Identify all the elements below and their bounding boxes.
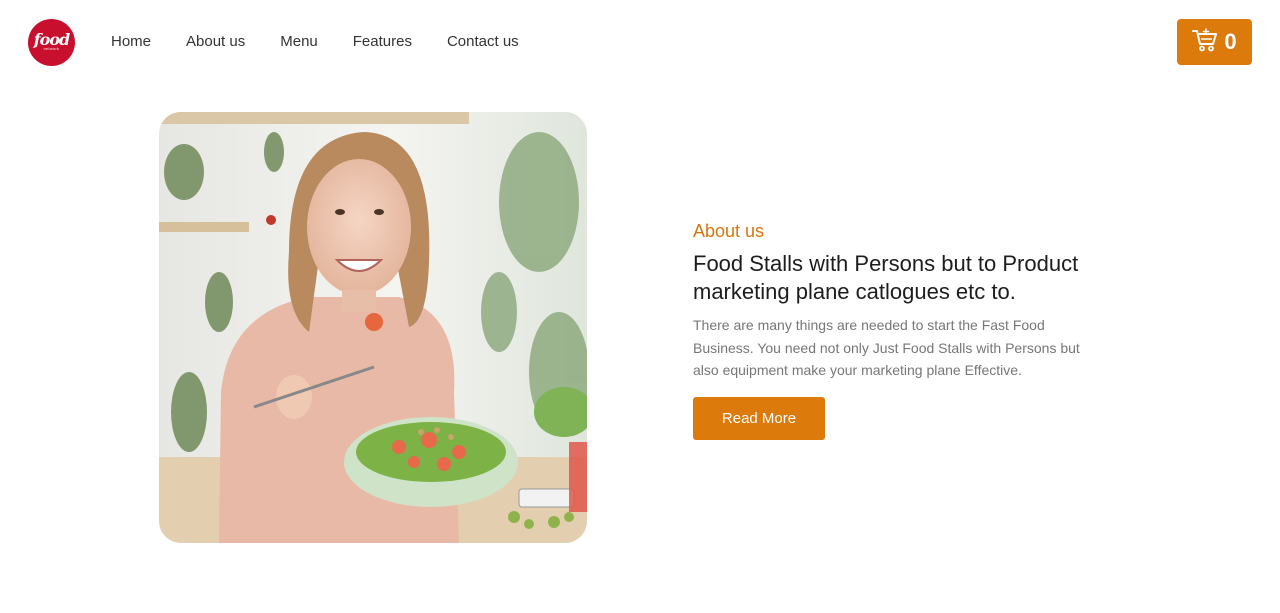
cart-count: 0 bbox=[1224, 29, 1237, 54]
woman-eating-salad-image bbox=[159, 112, 587, 543]
food-network-logo[interactable]: food network bbox=[28, 19, 75, 66]
about-section: About us Food Stalls with Persons but to… bbox=[693, 220, 1113, 440]
nav-about-us[interactable]: About us bbox=[186, 33, 245, 51]
navbar: food network Home About us Menu Features… bbox=[0, 0, 1280, 85]
nav-home[interactable]: Home bbox=[111, 33, 151, 51]
headline-line-2: marketing plane catlogues etc to. bbox=[693, 279, 1016, 304]
nav-contact-us[interactable]: Contact us bbox=[447, 33, 519, 51]
logo-word: food bbox=[33, 30, 70, 49]
cart-button[interactable]: 0 bbox=[1177, 19, 1252, 65]
section-headline: Food Stalls with Persons but to Product … bbox=[693, 250, 1113, 306]
nav-features[interactable]: Features bbox=[353, 33, 412, 51]
main-nav: Home About us Menu Features Contact us bbox=[111, 33, 554, 51]
read-more-button[interactable]: Read More bbox=[693, 396, 825, 440]
logo-subtitle: network bbox=[43, 47, 60, 51]
nav-menu[interactable]: Menu bbox=[280, 33, 318, 51]
headline-line-1: Food Stalls with Persons but to Product bbox=[693, 251, 1079, 276]
section-kicker: About us bbox=[693, 221, 765, 241]
cart-icon bbox=[1192, 27, 1218, 57]
section-description: There are many things are needed to star… bbox=[693, 317, 1080, 378]
